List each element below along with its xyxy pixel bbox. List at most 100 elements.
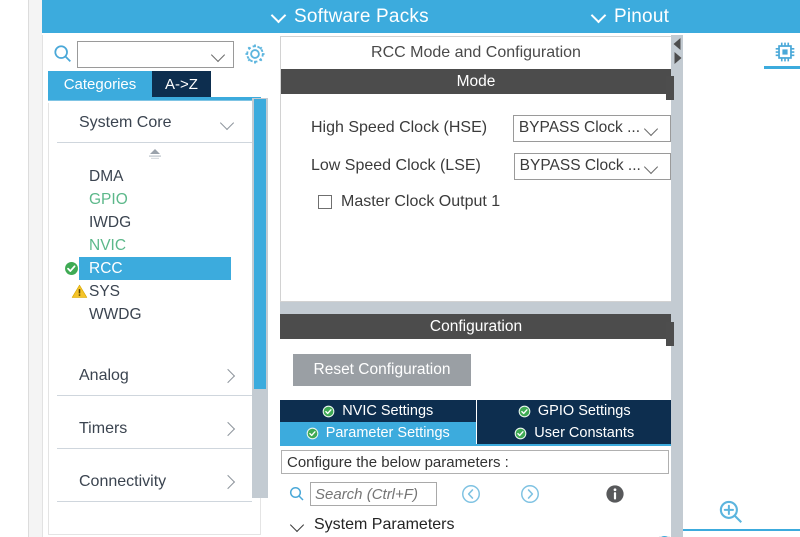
lse-label: Low Speed Clock (LSE) bbox=[311, 157, 481, 174]
master-clock-output-label: Master Clock Output 1 bbox=[341, 193, 501, 210]
search-icon bbox=[289, 486, 304, 501]
check-circle-icon bbox=[306, 427, 319, 439]
sidebar-group-analog[interactable]: Analog bbox=[57, 356, 252, 396]
tree-scroll-up-handle[interactable] bbox=[49, 143, 260, 165]
sidebar-group-connectivity-label: Connectivity bbox=[79, 472, 167, 490]
chevron-right-icon bbox=[220, 421, 236, 437]
splitter-handle-top[interactable] bbox=[666, 76, 674, 100]
tree-item-label: SYS bbox=[89, 282, 121, 300]
circle-left-arrow-icon[interactable] bbox=[460, 483, 482, 505]
sidebar-group-timers[interactable]: Timers bbox=[57, 409, 252, 449]
chevron-down-icon bbox=[644, 158, 660, 174]
sidebar-search-input[interactable] bbox=[77, 40, 234, 68]
parameters-hint: Configure the below parameters : bbox=[281, 450, 669, 474]
splitter-collapse-arrows-icon[interactable] bbox=[672, 36, 683, 72]
sidebar-group-system-core[interactable]: System Core bbox=[57, 103, 252, 143]
section-system-parameters[interactable]: System Parameters bbox=[280, 511, 672, 537]
chevron-down-icon bbox=[272, 8, 285, 21]
reset-configuration-button[interactable]: Reset Configuration bbox=[293, 354, 471, 386]
tree-item-gpio[interactable]: GPIO bbox=[49, 188, 260, 211]
check-circle-icon bbox=[518, 405, 531, 417]
tree-item-label: IWDG bbox=[89, 213, 132, 231]
tab-a-to-z[interactable]: A->Z bbox=[152, 71, 211, 97]
tab-categories-label: Categories bbox=[63, 75, 137, 93]
configuration-panel: Configuration Reset Configuration NVIC S… bbox=[280, 314, 672, 537]
configuration-area: RCC Mode and Configuration Mode High Spe… bbox=[280, 36, 672, 537]
menu-software-packs-label: Software Packs bbox=[294, 5, 429, 27]
hse-select-value: BYPASS Clock ... bbox=[518, 119, 641, 136]
tab-a-to-z-label: A->Z bbox=[165, 75, 198, 93]
preview-bottom-accent bbox=[683, 529, 800, 531]
chevron-right-icon bbox=[220, 474, 236, 490]
tab-user-constants-label: User Constants bbox=[534, 425, 635, 441]
lse-select[interactable]: BYPASS Clock ... bbox=[513, 152, 671, 180]
tree-item-label: RCC bbox=[89, 259, 123, 277]
splitter-handle-bottom[interactable] bbox=[666, 322, 674, 346]
tree-item-sys[interactable]: SYS bbox=[49, 280, 260, 303]
master-clock-output-row[interactable]: Master Clock Output 1 bbox=[281, 188, 671, 216]
gear-icon[interactable] bbox=[242, 41, 268, 67]
component-sidebar: Categories A->Z System Core DMA GPIO IWD… bbox=[43, 35, 268, 537]
section-system-parameters-label: System Parameters bbox=[314, 516, 455, 533]
reset-configuration-label: Reset Configuration bbox=[313, 361, 451, 378]
menu-pinout-label: Pinout bbox=[614, 5, 670, 27]
check-circle-icon bbox=[322, 405, 335, 417]
mode-row-lse: Low Speed Clock (LSE) BYPASS Clock ... bbox=[281, 150, 671, 182]
mode-body: High Speed Clock (HSE) BYPASS Clock ... … bbox=[281, 94, 671, 216]
tree-item-label: DMA bbox=[89, 167, 124, 185]
chip-active-underline bbox=[764, 66, 800, 69]
vertical-splitter[interactable] bbox=[671, 35, 683, 537]
sidebar-group-timers-label: Timers bbox=[79, 419, 128, 437]
tab-nvic-settings-label: NVIC Settings bbox=[342, 403, 434, 419]
tree-item-wwdg[interactable]: WWDG bbox=[49, 303, 260, 326]
configuration-band-label: Configuration bbox=[280, 314, 672, 339]
search-icon bbox=[54, 45, 71, 62]
tree-item-nvic[interactable]: NVIC bbox=[49, 234, 260, 257]
tabs-underline-light bbox=[48, 100, 261, 101]
check-circle-icon bbox=[514, 427, 527, 439]
page-title: RCC Mode and Configuration bbox=[281, 37, 671, 69]
sidebar-search-row bbox=[48, 38, 268, 70]
preview-panel bbox=[683, 35, 800, 537]
tree-item-label: WWDG bbox=[89, 305, 142, 323]
chip-icon[interactable] bbox=[772, 39, 798, 65]
master-clock-output-checkbox[interactable] bbox=[318, 195, 332, 209]
warning-triangle-icon bbox=[71, 283, 88, 300]
sidebar-group-connectivity[interactable]: Connectivity bbox=[57, 462, 252, 502]
tab-gpio-settings[interactable]: GPIO Settings bbox=[476, 400, 672, 422]
top-header-bar: Software Packs Pinout bbox=[42, 0, 800, 33]
tree-item-dma[interactable]: DMA bbox=[49, 165, 260, 188]
search-input[interactable] bbox=[310, 482, 437, 506]
tab-parameter-settings-label: Parameter Settings bbox=[325, 425, 450, 441]
panel-splitter-horizontal[interactable] bbox=[280, 302, 672, 314]
component-tree: System Core DMA GPIO IWDG NVIC RCC SYS W… bbox=[48, 103, 261, 535]
check-circle-icon bbox=[63, 260, 80, 277]
zoom-in-icon[interactable] bbox=[716, 497, 746, 527]
hse-select[interactable]: BYPASS Clock ... bbox=[512, 114, 671, 142]
tree-item-rcc[interactable]: RCC bbox=[63, 257, 231, 280]
menu-software-packs[interactable]: Software Packs bbox=[272, 6, 429, 28]
tree-item-list: DMA GPIO IWDG NVIC RCC SYS WWDG bbox=[49, 165, 260, 326]
parameters-hint-label: Configure the below parameters : bbox=[287, 453, 509, 471]
sidebar-tabs: Categories A->Z bbox=[48, 71, 266, 97]
tab-user-constants[interactable]: User Constants bbox=[476, 422, 672, 444]
sidebar-group-analog-label: Analog bbox=[79, 366, 129, 384]
configuration-tab-row-1: NVIC Settings GPIO Settings bbox=[280, 400, 672, 422]
hse-label: High Speed Clock (HSE) bbox=[311, 119, 488, 136]
tab-nvic-settings[interactable]: NVIC Settings bbox=[280, 400, 477, 422]
tab-parameter-settings[interactable]: Parameter Settings bbox=[280, 422, 477, 444]
parameter-search-row bbox=[280, 480, 672, 508]
chevron-down-icon bbox=[644, 120, 660, 136]
info-icon[interactable] bbox=[604, 483, 626, 505]
sidebar-scrollbar-thumb[interactable] bbox=[254, 99, 266, 389]
chevron-down-icon bbox=[211, 46, 227, 62]
circle-right-arrow-icon[interactable] bbox=[519, 483, 541, 505]
tree-item-iwdg[interactable]: IWDG bbox=[49, 211, 260, 234]
tab-categories[interactable]: Categories bbox=[48, 71, 152, 97]
menu-pinout[interactable]: Pinout bbox=[592, 6, 669, 28]
scroll-up-icon bbox=[148, 149, 161, 159]
chevron-down-icon bbox=[220, 115, 236, 131]
